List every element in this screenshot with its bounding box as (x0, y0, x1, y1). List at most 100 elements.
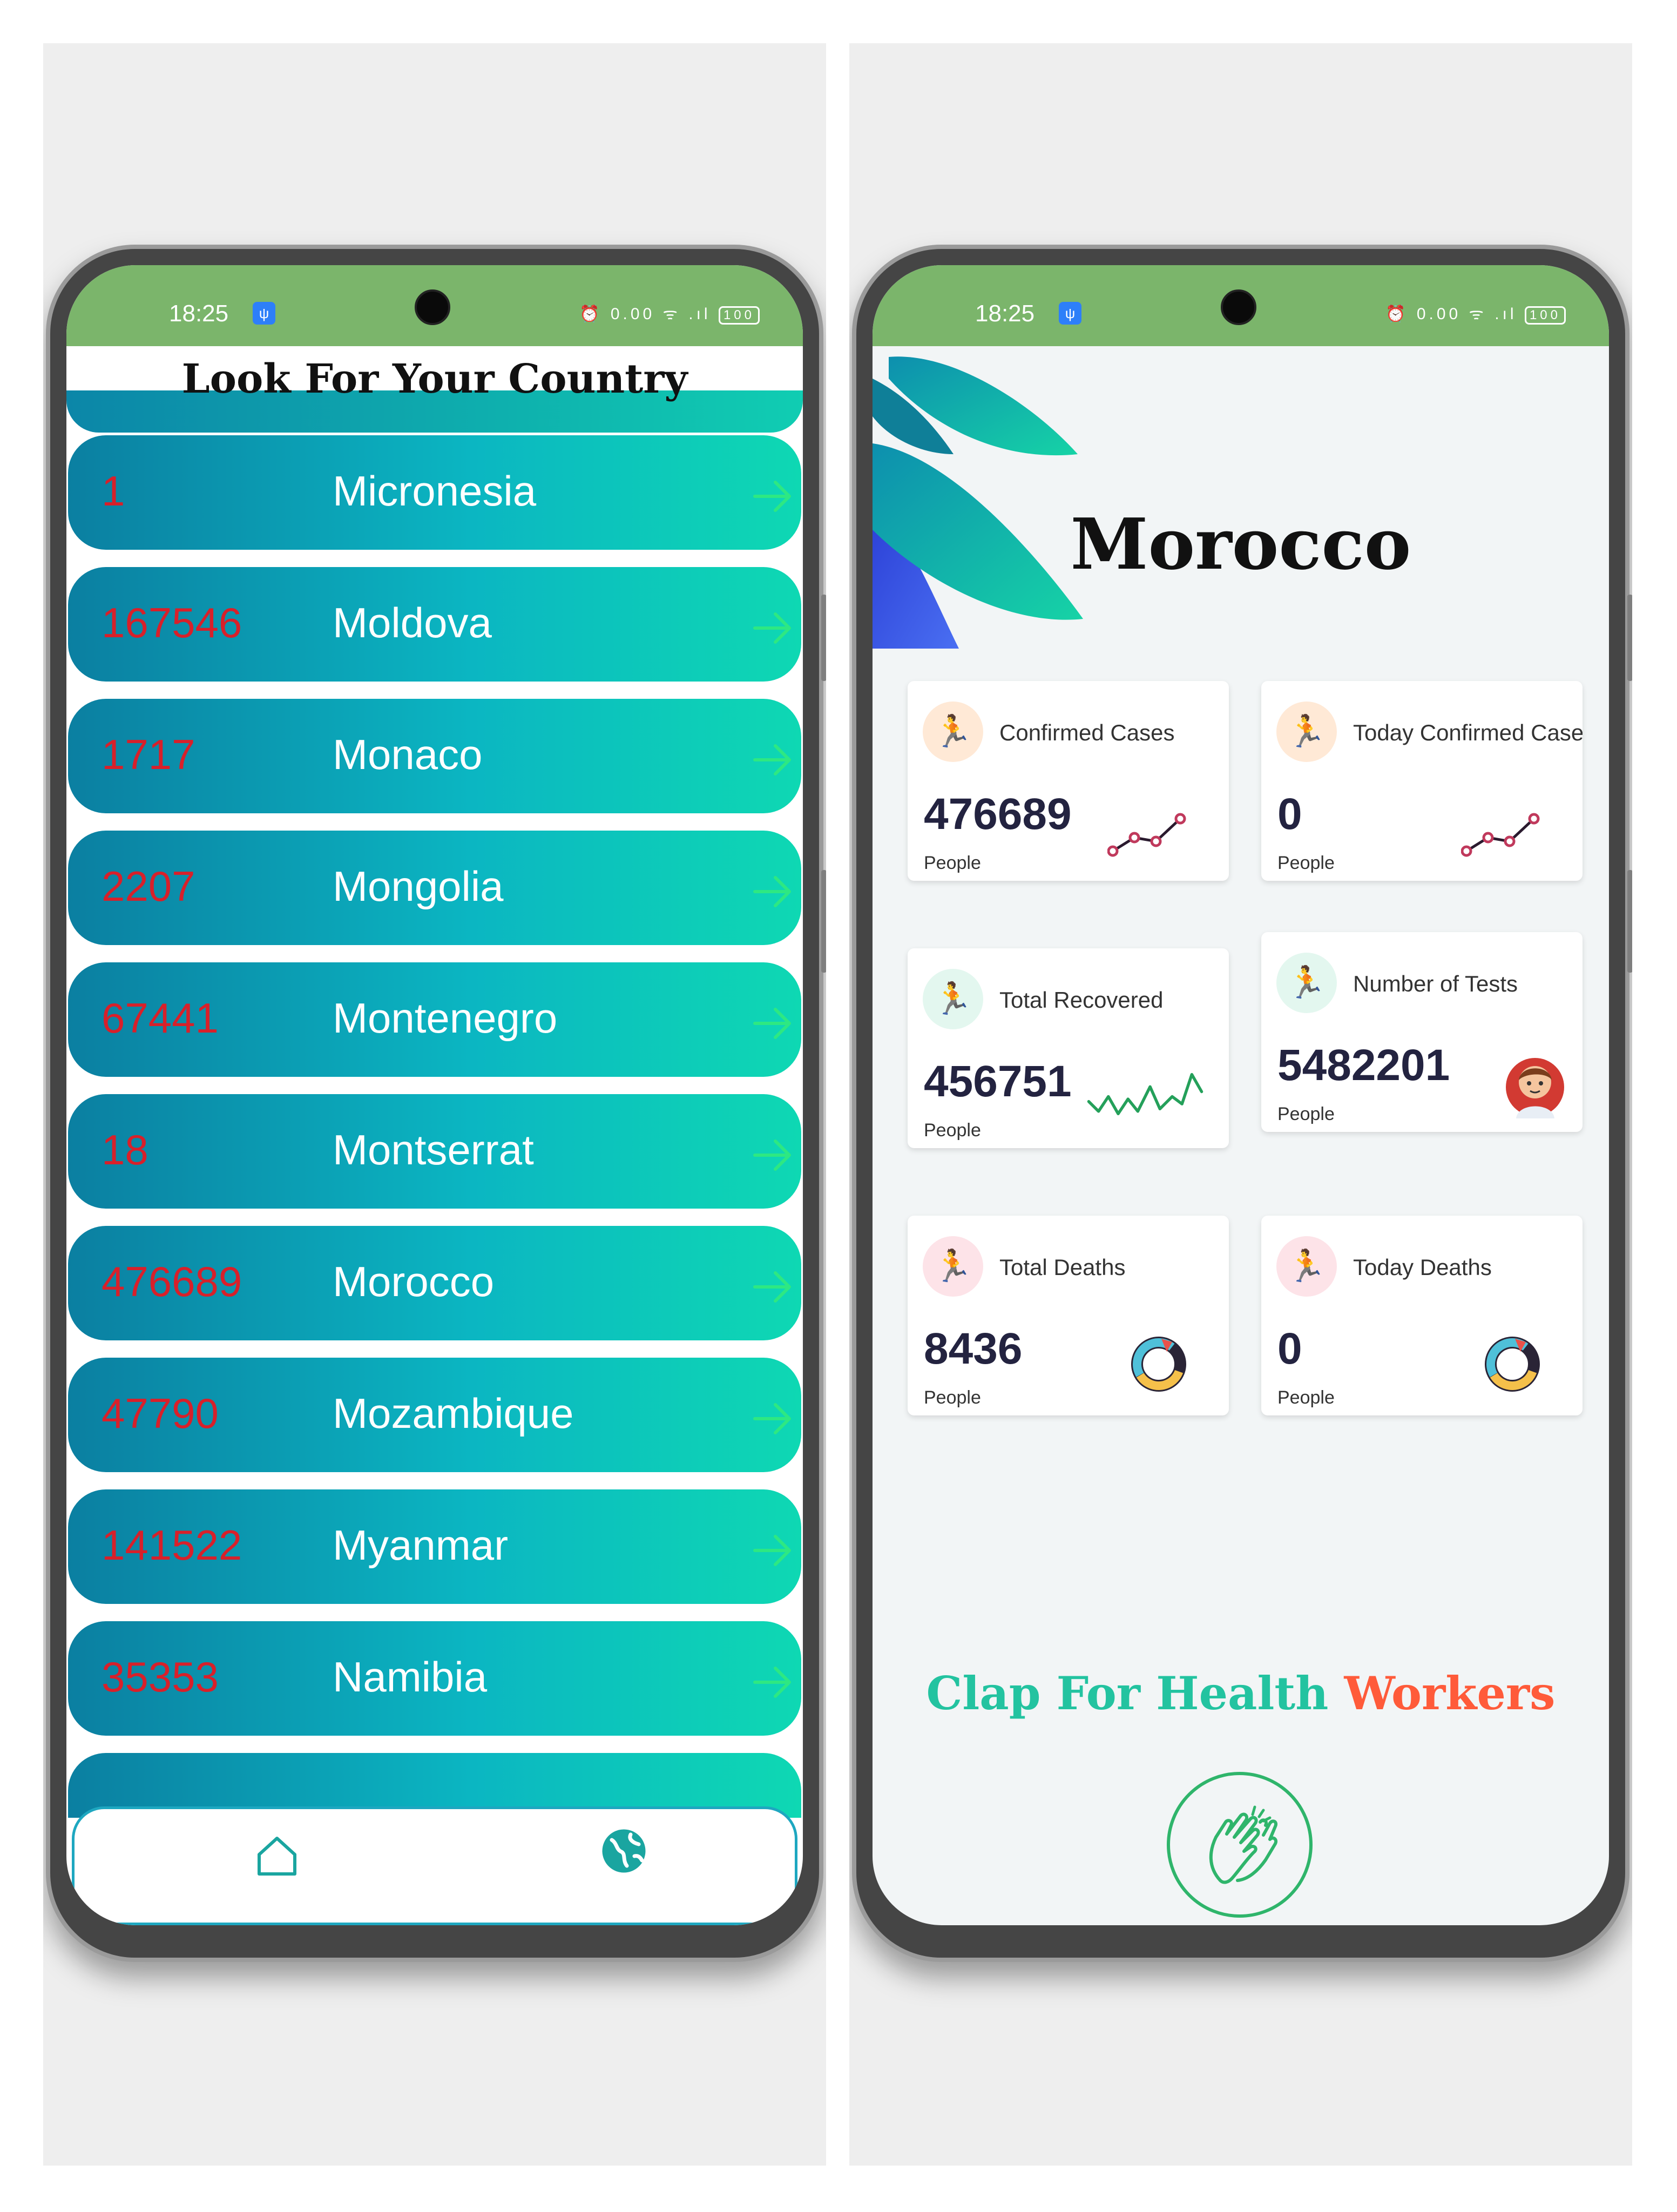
card-value: 476689 (924, 790, 1072, 839)
case-count: 141522 (102, 1521, 242, 1569)
card-label: Number of Tests (1353, 971, 1518, 996)
clapping-hands-icon (1209, 1805, 1277, 1884)
case-count: 67441 (102, 994, 219, 1042)
card-unit: People (1277, 1104, 1335, 1124)
card-value: 0 (1277, 1324, 1302, 1373)
card-label: Today Confirmed Cases (1353, 720, 1583, 745)
trend-line-icon (1461, 813, 1540, 857)
running-person-icon: 🏃 (923, 1236, 983, 1297)
country-name: Myanmar (333, 1521, 509, 1569)
case-count: 1 (102, 467, 125, 515)
list-item[interactable]: 35353 Namibia (68, 1621, 801, 1736)
list-item[interactable]: 1 Micronesia (68, 435, 801, 550)
case-count: 47790 (102, 1390, 219, 1437)
camera-icon (415, 289, 450, 325)
arrow-right-icon (753, 481, 791, 512)
country-name: Namibia (333, 1653, 488, 1701)
stat-card-recovered: 🏃 Total Recovered 456751 People (908, 948, 1229, 1148)
country-detail-panel: 18:25 ψ ⏰ 0.00 ᯤ .ıl 100 Morocco 🏃 Confi… (849, 43, 1632, 2166)
case-count: 2207 (102, 862, 195, 910)
country-name: Montenegro (333, 994, 558, 1042)
list-item[interactable]: 1717 Monaco (68, 699, 801, 813)
battery-icon: 100 (1524, 306, 1566, 325)
list-item[interactable]: 47790 Mozambique (68, 1358, 801, 1472)
arrow-right-icon (753, 744, 791, 775)
card-value: 8436 (924, 1324, 1023, 1373)
arrow-right-icon (753, 612, 791, 644)
clap-title: Clap For Health Workers (926, 1667, 1556, 1720)
case-count: 1717 (102, 731, 195, 778)
country-name: Mozambique (333, 1390, 574, 1437)
card-unit: People (1277, 853, 1335, 873)
country-name: Montserrat (333, 1126, 534, 1174)
country-name: Morocco (333, 1258, 495, 1305)
clap-button[interactable] (1167, 1772, 1313, 1918)
donut-chart-icon (1485, 1337, 1540, 1392)
battery-icon: 100 (718, 306, 760, 325)
arrow-right-icon (753, 1139, 791, 1171)
phone-frame: 18:25 ψ ⏰ 0.00 ᯤ .ıl 100 Morocco 🏃 Confi… (852, 245, 1632, 1962)
running-person-icon: 🏃 (1276, 953, 1337, 1013)
stat-card-today-deaths: 🏃 Today Deaths 0 People (1261, 1216, 1583, 1415)
country-list-panel: 18:25 ψ ⏰ 0.00 ᯤ .ıl 100 Look For Your C… (43, 43, 826, 2166)
case-count: 18 (102, 1126, 148, 1174)
arrow-right-icon (753, 1271, 791, 1303)
country-list[interactable]: 1 Micronesia 167546 Moldova 1717 Monaco … (66, 435, 803, 1835)
leaf-decoration-icon (873, 356, 1083, 649)
case-count: 35353 (102, 1653, 219, 1701)
camera-icon (1221, 289, 1256, 325)
card-value: 456751 (924, 1057, 1072, 1106)
list-item[interactable]: 476689 Morocco (68, 1226, 801, 1340)
country-name: Moldova (333, 599, 492, 646)
volume-button (1627, 595, 1632, 681)
stat-card-total-deaths: 🏃 Total Deaths 8436 People (908, 1216, 1229, 1415)
country-name: Monaco (333, 731, 483, 778)
power-button (821, 870, 826, 973)
status-time: 18:25 (975, 300, 1035, 327)
card-value: 0 (1277, 790, 1302, 839)
volume-button (821, 595, 826, 681)
arrow-right-icon (753, 1667, 791, 1698)
card-unit: People (1277, 1387, 1335, 1408)
card-value: 5482201 (1277, 1041, 1450, 1090)
bottom-navigation (72, 1806, 797, 1925)
country-title: Morocco (1070, 503, 1411, 585)
status-bar: 18:25 ψ ⏰ 0.00 ᯤ .ıl 100 (66, 265, 803, 346)
phone-screen: 18:25 ψ ⏰ 0.00 ᯤ .ıl 100 Look For Your C… (66, 265, 803, 1925)
card-label: Confirmed Cases (999, 720, 1175, 745)
card-label: Total Recovered (999, 987, 1164, 1013)
page-title: Look For Your Country (66, 346, 803, 433)
list-item[interactable]: 18 Montserrat (68, 1094, 801, 1209)
running-person-icon: 🏃 (1276, 702, 1337, 762)
stat-card-today-confirmed: 🏃 Today Confirmed Cases 0 People (1261, 681, 1583, 881)
globe-icon[interactable] (601, 1828, 647, 1874)
arrow-right-icon (753, 1008, 791, 1039)
arrow-right-icon (753, 876, 791, 907)
running-person-icon: 🏃 (923, 969, 983, 1029)
phone-frame: 18:25 ψ ⏰ 0.00 ᯤ .ıl 100 Look For Your C… (46, 245, 826, 1962)
status-icons: ⏰ 0.00 ᯤ .ıl 100 (579, 302, 760, 325)
list-item[interactable]: 2207 Mongolia (68, 831, 801, 945)
status-icons: ⏰ 0.00 ᯤ .ıl 100 (1385, 302, 1566, 325)
card-label: Total Deaths (999, 1255, 1126, 1280)
running-person-icon: 🏃 (1276, 1236, 1337, 1297)
list-item[interactable]: 167546 Moldova (68, 567, 801, 682)
country-name: Micronesia (333, 467, 537, 515)
list-item[interactable]: 67441 Montenegro (68, 962, 801, 1077)
stat-card-tests: 🏃 Number of Tests 5482201 People (1261, 932, 1583, 1132)
list-item[interactable]: 141522 Myanmar (68, 1489, 801, 1604)
home-icon[interactable] (253, 1831, 301, 1879)
card-unit: People (924, 853, 981, 873)
status-bar: 18:25 ψ ⏰ 0.00 ᯤ .ıl 100 (873, 265, 1609, 346)
arrow-right-icon (753, 1403, 791, 1434)
trend-line-icon (1107, 813, 1186, 857)
wave-line-icon (1087, 1073, 1203, 1116)
card-unit: People (924, 1120, 981, 1141)
card-label: Today Deaths (1353, 1255, 1492, 1280)
power-button (1627, 870, 1632, 973)
notification-badge-icon: ψ (1059, 302, 1081, 325)
country-name: Mongolia (333, 862, 504, 910)
status-time: 18:25 (169, 300, 229, 327)
case-count: 476689 (102, 1258, 242, 1305)
notification-badge-icon: ψ (253, 302, 275, 325)
